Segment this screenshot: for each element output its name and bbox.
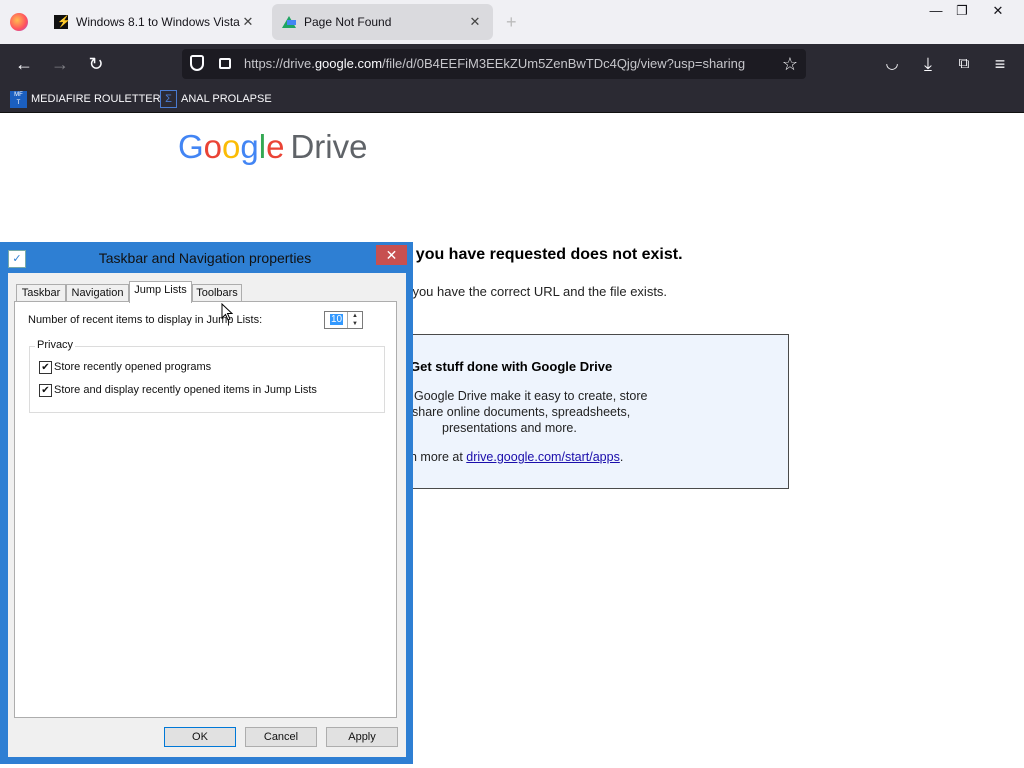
promo-link[interactable]: drive.google.com/start/apps [466,450,620,464]
tab-label: Windows 8.1 to Windows Vista Tra [76,15,240,29]
store-programs-label[interactable]: Store recently opened programs [54,361,211,373]
promo-more-prefix: n more at [410,450,467,464]
privacy-legend: Privacy [35,339,76,351]
error-title: le you have requested does not exist. [398,246,683,263]
dialog-close-button[interactable]: ✕ [376,245,407,265]
firefox-menu-icon[interactable] [10,13,28,31]
tab-page-not-found[interactable]: Page Not Found ✕ [272,4,493,40]
downloads-icon[interactable]: ⤓ [916,52,940,76]
dialog-checkmark-icon: ✓ [8,250,26,268]
promo-title: Get stuff done with Google Drive [410,359,613,374]
stepper-arrows-icon[interactable]: ▲ ▼ [347,312,362,328]
bookmark-label: ANAL PROLAPSE [181,93,272,105]
store-items-checkbox[interactable]: ✔ [39,384,52,397]
store-items-label[interactable]: Store and display recently opened items … [54,384,317,396]
error-subtitle: at you have the correct URL and the file… [398,284,668,299]
ok-button[interactable]: OK [164,727,236,747]
forward-icon[interactable]: → [48,52,72,76]
close-tab-icon[interactable]: ✕ [467,14,483,30]
reload-icon[interactable]: ↻ [84,52,108,76]
promo-line-3: presentations and more. [442,421,577,435]
tracking-protection-shield-icon[interactable] [190,55,204,71]
tab-toolbars[interactable]: Toolbars [192,284,242,302]
privacy-group [29,346,385,413]
cancel-button[interactable]: Cancel [245,727,317,747]
extensions-icon[interactable]: ⧉ [952,52,976,76]
promo-more: n more at drive.google.com/start/apps. [410,450,623,464]
close-tab-icon[interactable]: ✕ [240,14,256,30]
store-programs-checkbox[interactable]: ✔ [39,361,52,374]
back-icon[interactable]: ← [12,52,36,76]
mediafire-favicon-icon: MF T [10,90,27,108]
tab-favicon-green-icon: ⚡ [54,15,71,29]
logo-google: Google [178,128,285,165]
tab-navigation[interactable]: Navigation [66,284,129,302]
mouse-cursor-icon [221,303,233,321]
promo-line-2: share online documents, spreadsheets, [412,405,631,419]
pocket-icon[interactable]: ◡ [880,52,904,76]
new-tab-icon[interactable]: + [506,12,517,33]
url-text[interactable]: https://drive.google.com/file/d/0B4EEFiM… [244,56,745,71]
recent-items-value[interactable]: 10 [330,314,344,325]
tab-jump-lists[interactable]: Jump Lists [129,281,192,303]
bookmark-label: MEDIAFIRE ROULETTER [31,93,161,105]
lock-icon[interactable] [219,58,231,69]
google-drive-icon [282,16,296,28]
url-suffix: /file/d/0B4EEFiM3EEkZUm5ZenBwTDc4Qjg/vie… [382,56,746,71]
promo-more-suffix: . [619,450,624,464]
tab-label: Page Not Found [304,15,392,29]
logo-drive: Drive [290,128,368,165]
bookmark-star-icon[interactable]: ☆ [778,52,802,76]
google-drive-logo[interactable]: Google Drive [178,128,367,166]
tab-windows-vista[interactable]: ⚡ Windows 8.1 to Windows Vista Tra ✕ [44,4,266,40]
sigma-favicon-icon: Σ [160,90,177,108]
url-domain: google.com [314,56,383,71]
bookmark-mediafire[interactable]: MF T MEDIAFIRE ROULETTER [10,90,161,108]
menu-icon[interactable]: ≡ [988,52,1012,76]
close-window-icon[interactable]: ✕ [980,0,1016,22]
restore-icon[interactable]: ❐ [944,0,980,22]
url-prefix: https://drive. [244,56,315,71]
bookmark-anal-prolapse[interactable]: Σ ANAL PROLAPSE [160,90,272,108]
promo-line-1: Google Drive make it easy to create, sto… [414,389,648,403]
apply-button[interactable]: Apply [326,727,398,747]
dialog-title: Taskbar and Navigation properties [98,250,312,266]
tab-taskbar[interactable]: Taskbar [16,284,66,302]
